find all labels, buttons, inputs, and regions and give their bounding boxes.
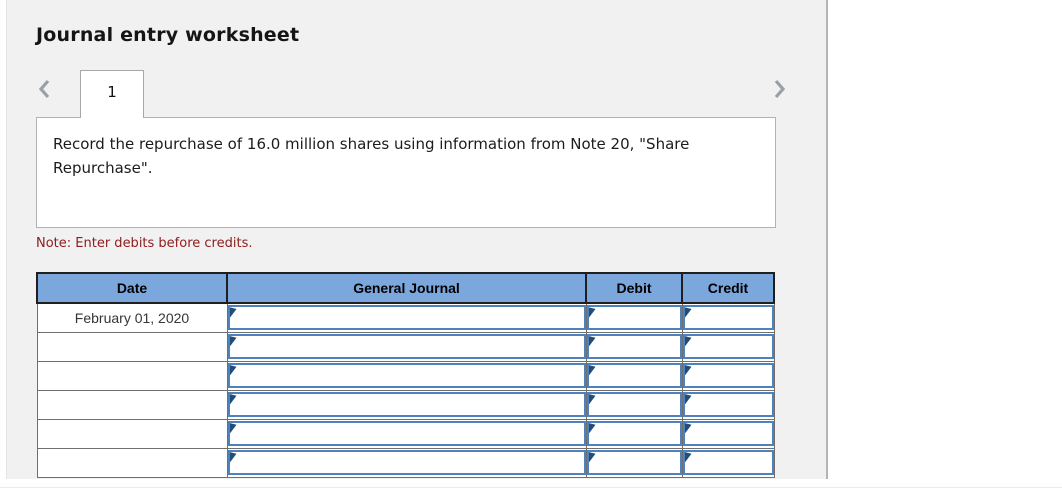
table-row bbox=[36, 418, 775, 449]
chevron-right-icon bbox=[773, 78, 787, 100]
table-row: February 01, 2020 bbox=[36, 302, 775, 333]
table-row bbox=[36, 389, 775, 420]
credit-input[interactable] bbox=[682, 363, 774, 388]
debit-input[interactable] bbox=[586, 450, 682, 475]
date-cell bbox=[36, 331, 228, 362]
debit-input[interactable] bbox=[586, 363, 682, 388]
date-cell bbox=[36, 360, 228, 391]
table-header-row: Date General Journal Debit Credit bbox=[36, 272, 775, 304]
table-row bbox=[36, 331, 775, 362]
date-cell: February 01, 2020 bbox=[36, 302, 228, 333]
journal-entry-table: Date General Journal Debit Credit Februa… bbox=[36, 272, 775, 478]
debit-input[interactable] bbox=[586, 421, 682, 446]
page-title: Journal entry worksheet bbox=[36, 24, 300, 46]
journal-entry-worksheet-page: Journal entry worksheet 1 Record the rep… bbox=[0, 0, 1062, 496]
tab-1-label: 1 bbox=[107, 83, 117, 101]
column-header-credit: Credit bbox=[681, 272, 775, 304]
next-entry-button[interactable] bbox=[770, 76, 790, 102]
table-row bbox=[36, 360, 775, 391]
debit-input[interactable] bbox=[586, 334, 682, 359]
chevron-left-icon bbox=[37, 78, 51, 100]
tab-1[interactable]: 1 bbox=[80, 70, 144, 118]
credit-input[interactable] bbox=[682, 421, 774, 446]
prev-entry-button[interactable] bbox=[34, 76, 54, 102]
debit-input[interactable] bbox=[586, 392, 682, 417]
credit-input[interactable] bbox=[682, 305, 774, 331]
instruction-box: Record the repurchase of 16.0 million sh… bbox=[36, 117, 776, 228]
journal-input[interactable] bbox=[227, 450, 586, 475]
credit-input[interactable] bbox=[682, 450, 774, 475]
table-row bbox=[36, 447, 775, 478]
credit-input[interactable] bbox=[682, 334, 774, 359]
credit-input[interactable] bbox=[682, 392, 774, 417]
date-cell bbox=[36, 447, 228, 478]
column-header-date: Date bbox=[36, 272, 228, 304]
journal-input[interactable] bbox=[227, 421, 586, 446]
debit-input[interactable] bbox=[586, 305, 682, 331]
journal-input[interactable] bbox=[227, 334, 586, 359]
column-header-general-journal: General Journal bbox=[226, 272, 587, 304]
instruction-text: Record the repurchase of 16.0 million sh… bbox=[53, 135, 690, 177]
date-cell bbox=[36, 418, 228, 449]
journal-input[interactable] bbox=[227, 363, 586, 388]
journal-input[interactable] bbox=[227, 392, 586, 417]
journal-input[interactable] bbox=[227, 305, 586, 331]
column-header-debit: Debit bbox=[585, 272, 683, 304]
date-cell bbox=[36, 389, 228, 420]
page-divider bbox=[0, 487, 1062, 488]
note-text: Note: Enter debits before credits. bbox=[36, 236, 253, 251]
